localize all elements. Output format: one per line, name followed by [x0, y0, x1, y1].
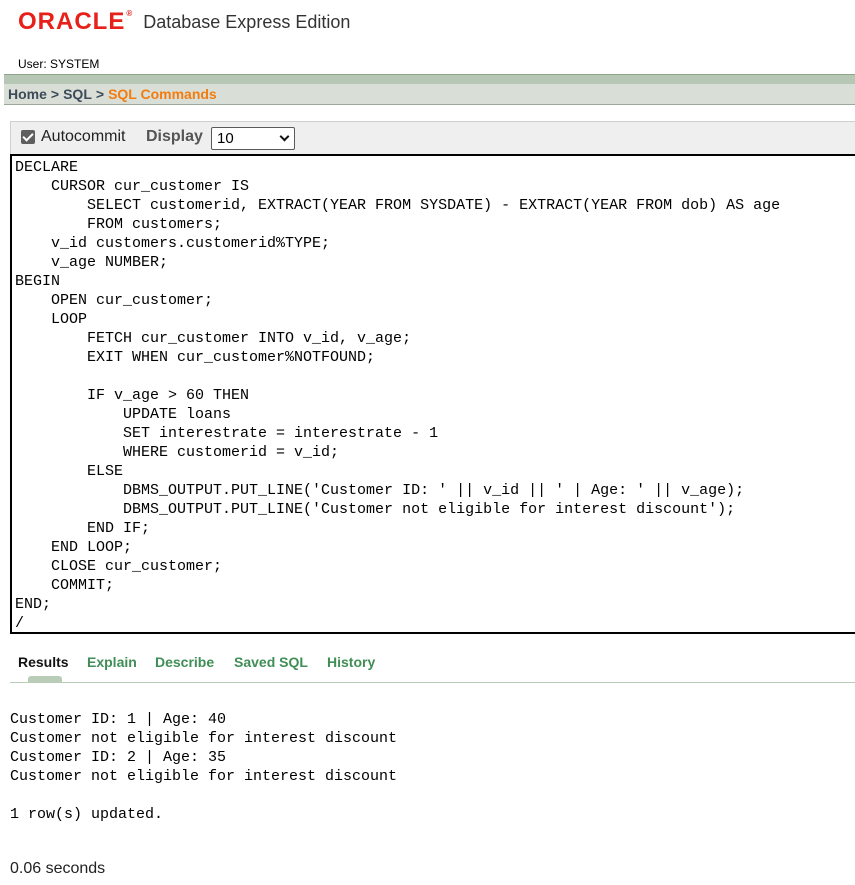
code-line: END IF; [15, 520, 151, 537]
code-line: ELSE [15, 463, 124, 480]
code-line: FETCH cur_customer INTO v_id, v_age; [15, 330, 412, 347]
autocommit-checkbox[interactable] [21, 130, 35, 144]
sql-editor[interactable]: DECLARE CURSOR cur_customer IS SELECT cu… [10, 154, 855, 634]
oracle-logo: ORACLE® [18, 8, 134, 35]
product-name: Database Express Edition [143, 12, 351, 32]
output-line: Customer not eligible for interest disco… [10, 768, 398, 785]
breadcrumb: Home > SQL > SQL Commands [4, 84, 855, 105]
left-border [0, 0, 4, 885]
code-line: DECLARE [15, 159, 79, 176]
output-line: Customer ID: 2 | Age: 35 [10, 749, 227, 766]
output-line: 1 row(s) updated. [10, 806, 164, 823]
code-line: CURSOR cur_customer IS [15, 178, 250, 195]
code-line: / [15, 615, 25, 632]
user-label: User: SYSTEM [18, 57, 100, 71]
breadcrumb-separator: > [95, 86, 105, 102]
code-line: WHERE customerid = v_id; [15, 444, 340, 461]
output-line: Customer not eligible for interest disco… [10, 730, 398, 747]
code-line: UPDATE loans [15, 406, 232, 423]
code-line: IF v_age > 60 THEN [15, 387, 250, 404]
breadcrumb-home[interactable]: Home [8, 86, 47, 102]
code-line: SELECT customerid, EXTRACT(YEAR FROM SYS… [15, 197, 781, 214]
code-line: EXIT WHEN cur_customer%NOTFOUND; [15, 349, 376, 366]
breadcrumb-sql[interactable]: SQL [63, 86, 92, 102]
tabs-divider [10, 682, 855, 683]
code-line: LOOP [15, 311, 88, 328]
code-line: DBMS_OUTPUT.PUT_LINE('Customer ID: ' || … [15, 482, 745, 499]
tab-explain[interactable]: Explain [87, 654, 137, 670]
tab-describe[interactable]: Describe [155, 654, 214, 670]
execution-time: 0.06 seconds [10, 860, 106, 877]
brand: ORACLE® Database Express Edition [18, 8, 350, 36]
code-line: CLOSE cur_customer; [15, 558, 223, 575]
display-select[interactable]: 10 [211, 127, 295, 150]
results-output: Customer ID: 1 | Age: 40 Customer not eli… [10, 710, 397, 824]
sql-editor-text[interactable]: DECLARE CURSOR cur_customer IS SELECT cu… [12, 156, 855, 632]
chevron-down-icon [279, 131, 290, 142]
code-line: BEGIN [15, 273, 61, 290]
code-line: DBMS_OUTPUT.PUT_LINE('Customer not eligi… [15, 501, 736, 518]
tab-history[interactable]: History [327, 654, 375, 670]
display-select-value: 10 [217, 130, 234, 147]
app-header: ORACLE® Database Express Edition User: S… [0, 0, 855, 74]
code-line: FROM customers; [15, 216, 223, 233]
output-line: Customer ID: 1 | Age: 40 [10, 711, 227, 728]
code-line: SET interestrate = interestrate - 1 [15, 425, 439, 442]
header-divider [4, 74, 855, 84]
code-line: COMMIT; [15, 577, 115, 594]
code-line: END LOOP; [15, 539, 133, 556]
code-line: OPEN cur_customer; [15, 292, 214, 309]
code-line: END; [15, 596, 52, 613]
autocommit-label: Autocommit [41, 128, 126, 145]
code-line: v_age NUMBER; [15, 254, 169, 271]
breadcrumb-separator: > [50, 86, 60, 102]
tab-results[interactable]: Results [18, 654, 69, 670]
display-label: Display [146, 128, 203, 145]
tab-saved-sql[interactable]: Saved SQL [234, 654, 308, 670]
code-line: v_id customers.customerid%TYPE; [15, 235, 331, 252]
breadcrumb-current: SQL Commands [108, 86, 217, 102]
sql-toolbar: Autocommit Display 10 [10, 121, 855, 154]
